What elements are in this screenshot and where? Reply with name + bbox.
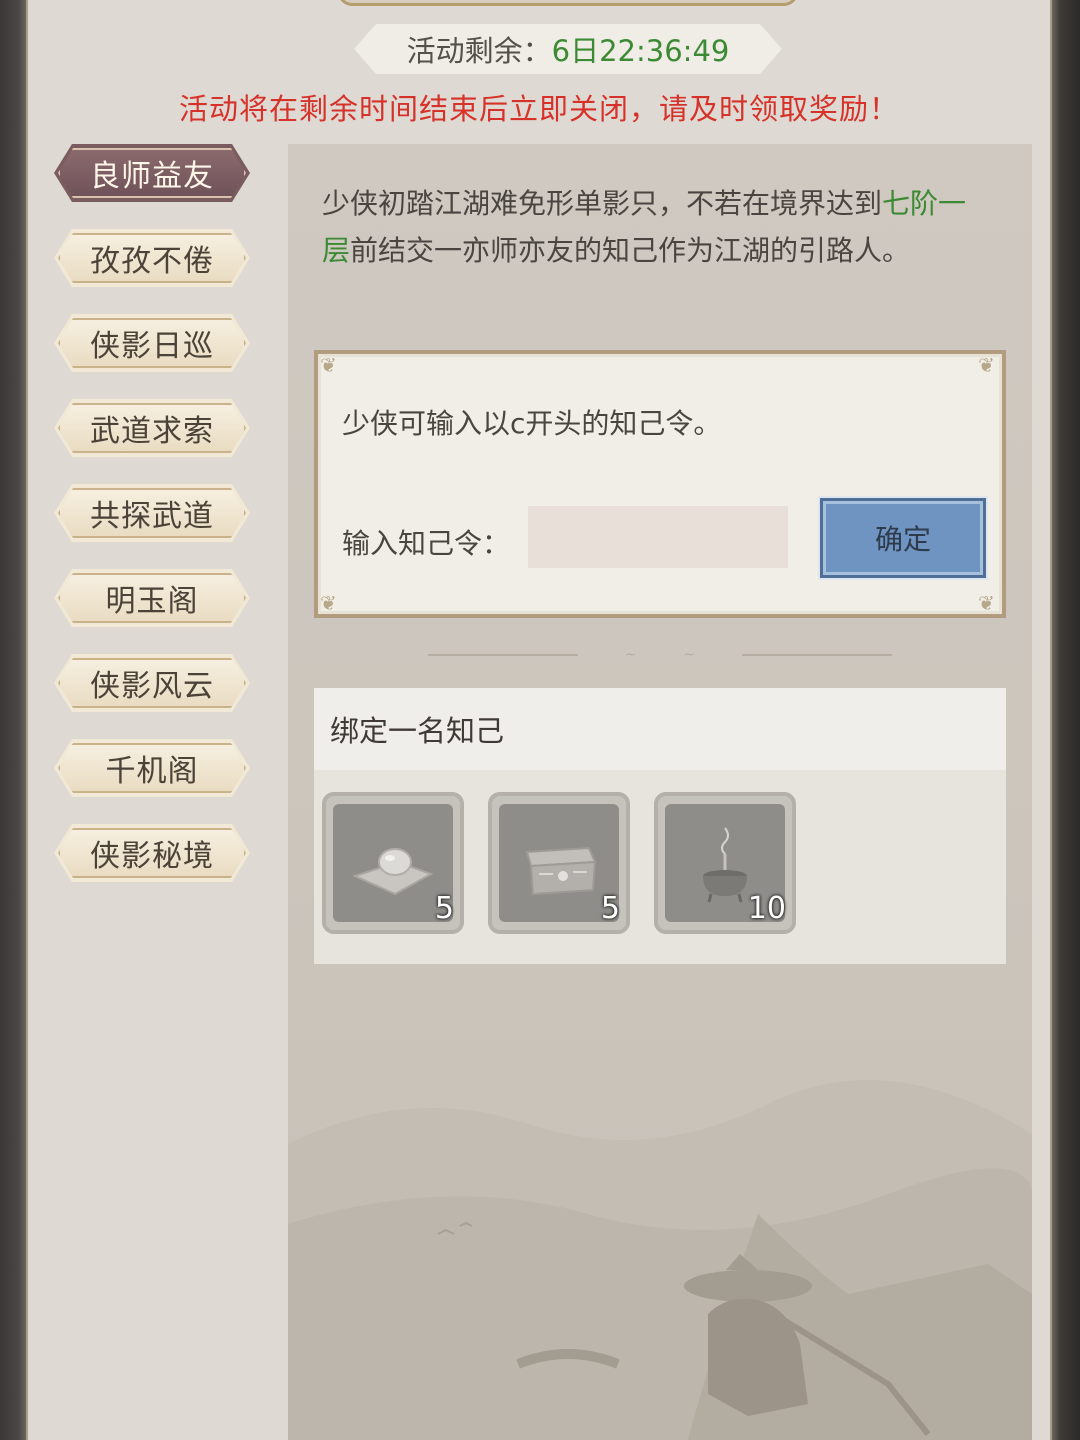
- reward-item[interactable]: 5: [322, 792, 464, 934]
- friend-code-input[interactable]: [528, 506, 788, 568]
- countdown-plate: 活动剩余： 6日22:36:49: [354, 24, 782, 74]
- nav-item-zizi-bujuan[interactable]: 孜孜不倦: [54, 229, 250, 287]
- reward-panel: 绑定一名知己 5 5 10: [314, 688, 1006, 964]
- nav-item-wudao-qiusuo[interactable]: 武道求索: [54, 399, 250, 457]
- friend-code-box: ❦ ❦ ❦ ❦ 少侠可输入以c开头的知己令。 输入知己令： 确定: [314, 350, 1006, 618]
- ink-landscape-illustration: [288, 1080, 1032, 1440]
- reward-list: 5 5 10: [322, 792, 796, 934]
- top-ornament: [338, 0, 798, 6]
- nav-item-label: 千机阁: [105, 754, 199, 789]
- nav-item-gongtan-wudao[interactable]: 共探武道: [54, 484, 250, 542]
- reward-item[interactable]: 5: [488, 792, 630, 934]
- nav-item-label: 孜孜不倦: [90, 244, 214, 279]
- reward-count: 5: [600, 891, 620, 926]
- corner-ornament-icon: ❦: [320, 591, 337, 615]
- event-description: 少侠初踏江湖难免形单影只，不若在境界达到七阶一层前结交一亦师亦友的知己作为江湖的…: [322, 180, 986, 274]
- description-text-end: 前结交一亦师亦友的知己作为江湖的引路人。: [350, 234, 911, 267]
- section-divider: ~ ~: [428, 647, 892, 663]
- content-area: 少侠初踏江湖难免形单影只，不若在境界达到七阶一层前结交一亦师亦友的知己作为江湖的…: [288, 144, 1032, 1440]
- nav-item-label: 武道求索: [90, 414, 214, 449]
- corner-ornament-icon: ❦: [978, 591, 995, 615]
- nav-item-xiaying-fengyun[interactable]: 侠影风云: [54, 654, 250, 712]
- nav-item-xiaying-rixun[interactable]: 侠影日巡: [54, 314, 250, 372]
- nav-item-xiaying-mijing[interactable]: 侠影秘境: [54, 824, 250, 882]
- reward-count: 5: [434, 891, 454, 926]
- nav-item-label: 共探武道: [90, 499, 214, 534]
- nav-item-label: 明玉阁: [105, 584, 199, 619]
- code-input-label: 输入知己令：: [342, 527, 511, 560]
- nav-item-label: 侠影风云: [90, 669, 214, 704]
- nav-item-label: 侠影日巡: [90, 329, 214, 364]
- reward-count: 10: [747, 891, 786, 926]
- nav-item-label: 良师益友: [90, 159, 214, 194]
- frame-left: [0, 0, 26, 1440]
- nav-item-mingyu-ge[interactable]: 明玉阁: [54, 569, 250, 627]
- nav-item-liangshi-yiyou[interactable]: 良师益友: [54, 144, 250, 202]
- countdown-label: 活动剩余：: [406, 34, 552, 68]
- corner-ornament-icon: ❦: [978, 353, 995, 377]
- corner-ornament-icon: ❦: [320, 353, 337, 377]
- activity-nav: 良师益友 孜孜不倦 侠影日巡 武道求索 共探武道 明玉阁 侠影风云 千机阁 侠影…: [54, 144, 254, 909]
- frame-right: [1052, 0, 1080, 1440]
- nav-item-qianji-ge[interactable]: 千机阁: [54, 739, 250, 797]
- confirm-button[interactable]: 确定: [820, 498, 986, 578]
- code-hint: 少侠可输入以c开头的知己令。: [342, 407, 722, 440]
- reward-title: 绑定一名知己: [314, 688, 1006, 770]
- closing-warning: 活动将在剩余时间结束后立即关闭，请及时领取奖励！: [178, 92, 899, 126]
- reward-item[interactable]: 10: [654, 792, 796, 934]
- description-text: 少侠初踏江湖难免形单影只，不若在境界达到: [322, 187, 883, 220]
- countdown-value: 6日22:36:49: [551, 34, 730, 68]
- nav-item-label: 侠影秘境: [90, 839, 214, 874]
